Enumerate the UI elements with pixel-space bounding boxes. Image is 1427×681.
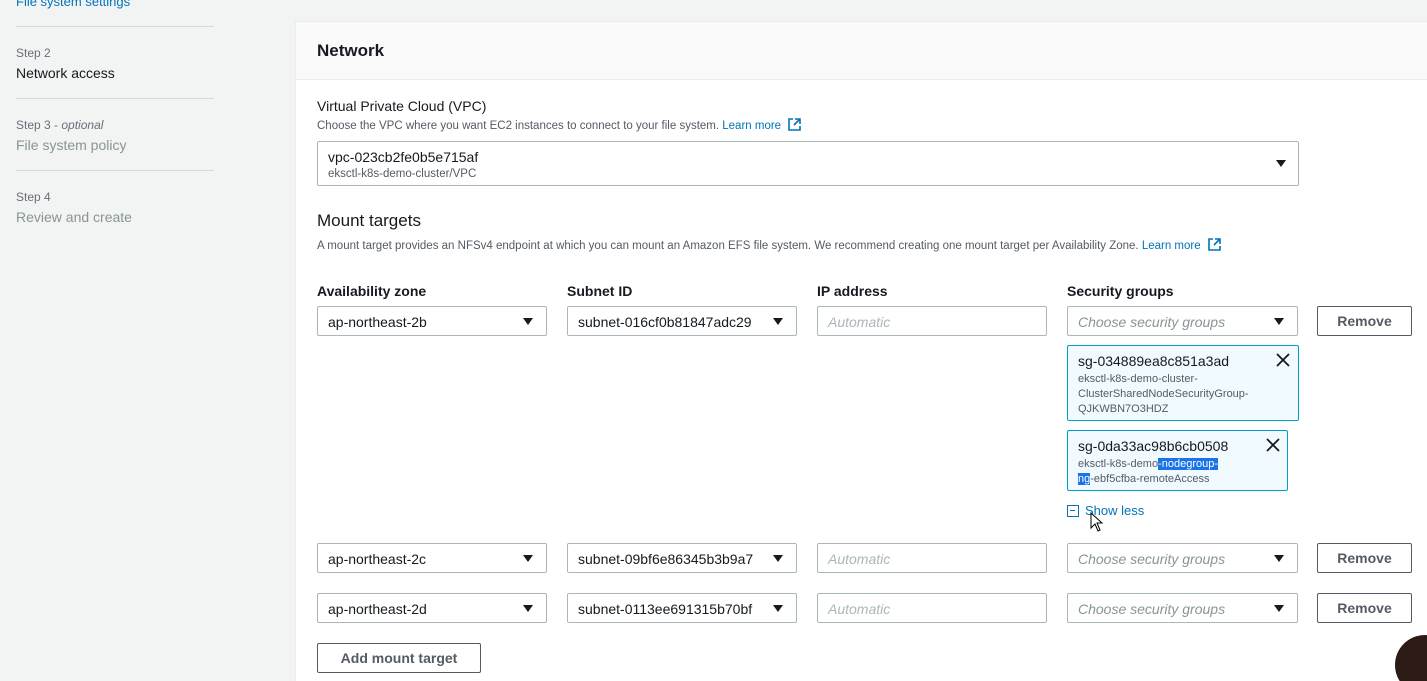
security-group-id: sg-0da33ac98b6cb0508 — [1078, 438, 1229, 454]
panel-header: Network — [296, 22, 1427, 80]
mount-targets-description: A mount target provides an NFSv4 endpoin… — [317, 238, 1221, 252]
remove-button[interactable]: Remove — [1317, 593, 1412, 623]
network-panel: Network Virtual Private Cloud (VPC) Choo… — [295, 21, 1427, 681]
security-group-token: sg-0da33ac98b6cb0508 eksctl-k8s-demo-nod… — [1067, 430, 1288, 491]
remove-button[interactable]: Remove — [1317, 306, 1412, 336]
collapse-icon — [1067, 504, 1079, 517]
external-link-icon — [1208, 238, 1221, 251]
subnet-select[interactable]: subnet-09bf6e86345b3b9a7 — [567, 543, 797, 573]
subnet-select[interactable]: subnet-0113ee691315b70bf — [567, 593, 797, 623]
mount-targets-title: Mount targets — [317, 211, 421, 230]
step-2-label: Step 2 — [16, 46, 51, 60]
step-3-optional: optional — [61, 118, 104, 132]
security-group-description: eksctl-k8s-demo-cluster- ClusterSharedNo… — [1078, 373, 1249, 415]
column-header-security-groups: Security groups — [1067, 283, 1174, 299]
security-group-id: sg-034889ea8c851a3ad — [1078, 353, 1230, 369]
vpc-description: Choose the VPC where you want EC2 instan… — [317, 118, 802, 132]
step-link-file-system-settings[interactable]: File system settings — [16, 0, 130, 9]
caret-down-icon — [1274, 605, 1284, 612]
subnet-value: subnet-0113ee691315b70bf — [578, 601, 753, 617]
step-3-label: Step 3 - optional — [16, 118, 104, 132]
wizard-sidebar: File system settings Step 2 Network acce… — [0, 0, 294, 681]
caret-down-icon — [1274, 555, 1284, 562]
caret-down-icon — [773, 318, 783, 325]
caret-down-icon — [773, 555, 783, 562]
security-groups-placeholder: Choose security groups — [1078, 314, 1226, 330]
step-3-title[interactable]: File system policy — [16, 137, 126, 153]
column-header-subnet: Subnet ID — [567, 283, 633, 299]
caret-down-icon — [1274, 318, 1284, 325]
vpc-select[interactable]: vpc-023cb2fe0b5e715af eksctl-k8s-demo-cl… — [317, 141, 1299, 186]
az-value: ap-northeast-2c — [328, 551, 427, 567]
ip-placeholder: Automatic — [828, 314, 891, 330]
security-groups-select[interactable]: Choose security groups — [1067, 543, 1298, 573]
close-icon[interactable] — [1266, 438, 1280, 452]
vpc-selected-id: vpc-023cb2fe0b5e715af — [328, 149, 479, 165]
az-value: ap-northeast-2d — [328, 601, 427, 617]
subnet-select[interactable]: subnet-016cf0b81847adc29 — [567, 306, 797, 336]
ip-placeholder: Automatic — [828, 601, 891, 617]
show-less-toggle[interactable]: Show less — [1067, 503, 1144, 518]
security-groups-select[interactable]: Choose security groups — [1067, 593, 1298, 623]
az-select[interactable]: ap-northeast-2d — [317, 593, 547, 623]
remove-button[interactable]: Remove — [1317, 543, 1412, 573]
column-header-ip: IP address — [817, 283, 888, 299]
mouse-cursor-icon — [1090, 512, 1104, 532]
security-groups-placeholder: Choose security groups — [1078, 551, 1226, 567]
close-icon[interactable] — [1276, 353, 1290, 367]
az-select[interactable]: ap-northeast-2c — [317, 543, 547, 573]
az-select[interactable]: ap-northeast-2b — [317, 306, 547, 336]
caret-down-icon — [1276, 160, 1286, 167]
ip-address-input[interactable]: Automatic — [817, 593, 1047, 623]
step-2-title[interactable]: Network access — [16, 65, 115, 81]
caret-down-icon — [523, 555, 533, 562]
caret-down-icon — [773, 605, 783, 612]
caret-down-icon — [523, 605, 533, 612]
security-groups-placeholder: Choose security groups — [1078, 601, 1226, 617]
ip-placeholder: Automatic — [828, 551, 891, 567]
vpc-label: Virtual Private Cloud (VPC) — [317, 98, 487, 114]
mount-targets-learn-more-link[interactable]: Learn more — [1142, 240, 1201, 252]
divider — [16, 170, 214, 171]
az-value: ap-northeast-2b — [328, 314, 427, 330]
caret-down-icon — [523, 318, 533, 325]
ip-address-input[interactable]: Automatic — [817, 543, 1047, 573]
divider — [16, 26, 214, 27]
column-header-az: Availability zone — [317, 283, 427, 299]
vpc-learn-more-link[interactable]: Learn more — [722, 120, 781, 132]
subnet-value: subnet-016cf0b81847adc29 — [578, 314, 752, 330]
vpc-selected-name: eksctl-k8s-demo-cluster/VPC — [328, 168, 477, 180]
external-link-icon — [788, 118, 802, 131]
step-4-title[interactable]: Review and create — [16, 209, 132, 225]
security-group-description: eksctl-k8s-demo-nodegroup- ng-ebf5cfba-r… — [1078, 458, 1219, 485]
panel-title: Network — [317, 41, 385, 60]
security-groups-select[interactable]: Choose security groups — [1067, 306, 1298, 336]
subnet-value: subnet-09bf6e86345b3b9a7 — [578, 551, 754, 567]
divider — [16, 98, 214, 99]
security-group-token: sg-034889ea8c851a3ad eksctl-k8s-demo-clu… — [1067, 345, 1299, 421]
ip-address-input[interactable]: Automatic — [817, 306, 1047, 336]
add-mount-target-button[interactable]: Add mount target — [317, 643, 481, 673]
step-4-label: Step 4 — [16, 190, 51, 204]
